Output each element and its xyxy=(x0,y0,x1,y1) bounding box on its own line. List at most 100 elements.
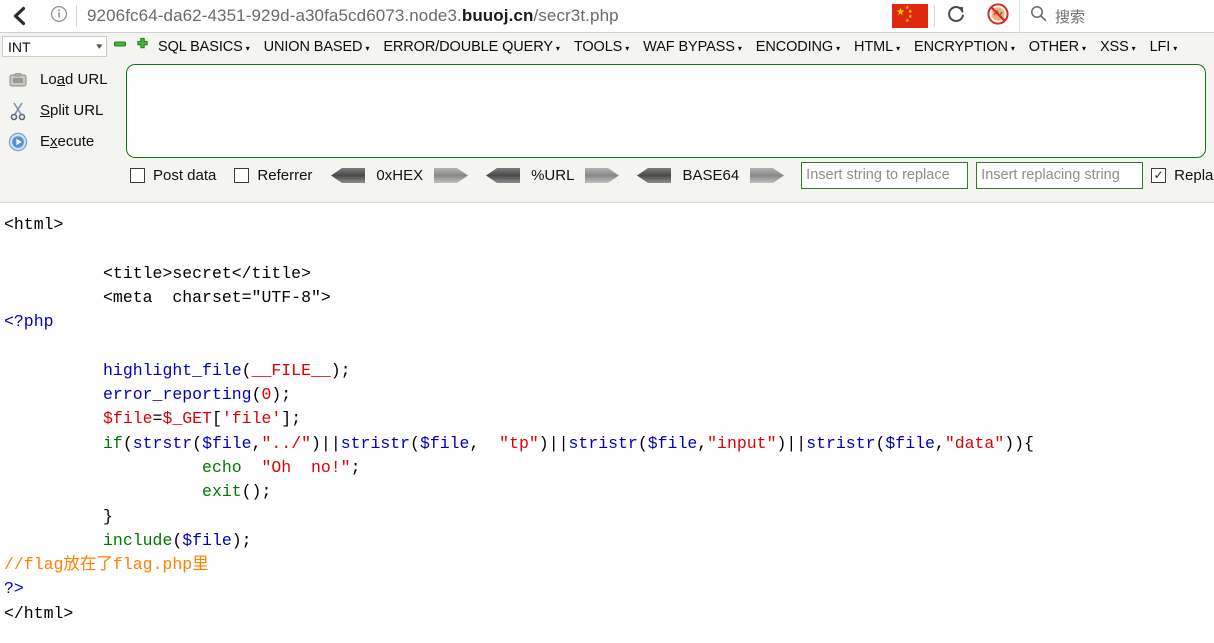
post-data-checkbox[interactable]: Post data xyxy=(130,167,216,184)
menu-item-html[interactable]: HTML ▾ xyxy=(847,39,907,55)
code-token: ]; xyxy=(281,409,302,429)
code-token: [ xyxy=(211,409,222,429)
encode-hex-button[interactable] xyxy=(433,167,469,184)
sql-type-select[interactable]: INT ▾ xyxy=(2,36,107,57)
hackbar-options-row: Post data Referrer 0xHEX %URL BASE64 Ins… xyxy=(0,158,1214,192)
url-text: 9206fc64-da62-4351-929d-a30fa5cd6073.nod… xyxy=(87,6,619,26)
code-token: ); xyxy=(271,385,292,405)
encode-base64-button[interactable] xyxy=(749,167,785,184)
url-textarea[interactable] xyxy=(126,64,1206,158)
code-token: , xyxy=(697,433,708,453)
checkbox-box xyxy=(130,167,145,183)
code-token: ?> xyxy=(4,579,24,599)
menu-item-encryption[interactable]: ENCRYPTION ▾ xyxy=(907,39,1022,55)
info-circle-icon xyxy=(50,5,68,28)
menu-label: XSS xyxy=(1099,38,1129,55)
split-url-button[interactable]: Split URL xyxy=(4,95,126,126)
menu-label: HTML xyxy=(854,38,894,55)
back-button[interactable] xyxy=(0,0,42,33)
split-url-label: Split URL xyxy=(40,102,104,119)
codec-label-hex: 0xHEX xyxy=(376,166,424,184)
code-token: )|| xyxy=(538,433,569,453)
code-token: ( xyxy=(241,360,252,380)
menu-label: SQL BASICS xyxy=(158,38,243,55)
load-url-button[interactable]: Load URL xyxy=(4,64,126,95)
load-url-label: Load URL xyxy=(40,71,108,88)
menu-item-waf-bypass[interactable]: WAF BYPASS ▾ xyxy=(636,39,749,55)
url-prefix: 9206fc64-da62-4351-929d-a30fa5cd6073.nod… xyxy=(87,6,462,25)
code-token: <meta charset="UTF-8"> xyxy=(103,287,331,307)
menu-label: OTHER xyxy=(1028,38,1080,55)
code-token: stristr xyxy=(806,433,876,453)
chevron-down-icon: ▾ xyxy=(625,44,630,53)
browser-toolbar: 9206fc64-da62-4351-929d-a30fa5cd6073.nod… xyxy=(0,0,1214,33)
decode-hex-button[interactable] xyxy=(330,167,366,184)
code-token: stristr xyxy=(568,433,638,453)
hackbar-main-row: Load URL Split URL Execute xyxy=(0,60,1214,158)
code-token: //flag放在了flag.php里 xyxy=(4,555,209,575)
search-bar[interactable]: 搜索 xyxy=(1019,0,1214,33)
menu-item-lfi[interactable]: LFI ▾ xyxy=(1143,39,1185,55)
checkbox-box xyxy=(234,167,250,183)
menu-item-tools[interactable]: TOOLS ▾ xyxy=(567,39,636,55)
code-token: <?php xyxy=(4,312,54,332)
url-path: /secr3t.php xyxy=(533,6,619,25)
referrer-label: Referrer xyxy=(257,166,313,184)
menu-label: ENCODING xyxy=(755,38,834,55)
encode-url-button[interactable] xyxy=(584,167,620,184)
menu-item-other[interactable]: OTHER ▾ xyxy=(1022,39,1093,55)
hackbar-panel: INT ▾ SQL BASICS ▾ UNION BASED ▾ ERROR/D… xyxy=(0,33,1214,203)
menu-label: WAF BYPASS xyxy=(643,38,735,55)
menu-item-encoding[interactable]: ENCODING ▾ xyxy=(749,39,847,55)
code-token: ( xyxy=(637,433,648,453)
code-token: (); xyxy=(241,482,272,502)
sql-type-value: INT xyxy=(8,38,31,55)
code-token: include xyxy=(103,530,173,550)
chevron-down-icon: ▾ xyxy=(737,44,742,53)
reload-icon xyxy=(945,3,967,30)
site-info-button[interactable] xyxy=(42,0,76,33)
china-flag-icon: ★ ★ ★ ★ ★ xyxy=(892,4,928,28)
remove-tab-button[interactable] xyxy=(111,38,129,56)
chevron-down-icon: ▾ xyxy=(1010,44,1015,53)
code-token: $file xyxy=(885,433,935,453)
referrer-checkbox[interactable]: Referrer xyxy=(234,167,312,184)
codec-label-url: %URL xyxy=(531,166,575,184)
add-tab-button[interactable] xyxy=(133,37,151,56)
chevron-down-icon: ▾ xyxy=(1173,44,1178,53)
url-bar[interactable]: 9206fc64-da62-4351-929d-a30fa5cd6073.nod… xyxy=(77,0,886,33)
reload-button[interactable] xyxy=(935,0,977,33)
decode-url-button[interactable] xyxy=(485,167,521,184)
code-token: "tp" xyxy=(489,433,539,453)
chevron-down-icon: ▾ xyxy=(1082,44,1086,53)
code-token: , xyxy=(469,433,490,453)
codec-group-url: %URL xyxy=(485,167,620,184)
replace-all-label: Repla xyxy=(1174,166,1214,184)
adblock-button[interactable] xyxy=(977,0,1019,33)
chevron-down-icon: ▾ xyxy=(96,41,103,51)
code-token: ( xyxy=(172,530,183,550)
flag-star-small: ★ xyxy=(905,18,910,24)
chevron-down-icon: ▾ xyxy=(365,44,370,53)
execute-button[interactable]: Execute xyxy=(4,126,126,157)
replace-all-checkbox[interactable]: ✓ Repla xyxy=(1151,167,1213,184)
menu-item-union-based[interactable]: UNION BASED ▾ xyxy=(257,39,377,55)
flag-star-large: ★ xyxy=(896,7,905,18)
code-token: )|| xyxy=(776,433,807,453)
code-token: if xyxy=(103,433,123,453)
menu-item-xss[interactable]: XSS ▾ xyxy=(1093,39,1143,55)
load-url-icon xyxy=(4,68,32,92)
code-token: "Oh no!" xyxy=(261,457,351,477)
back-arrow-icon xyxy=(9,4,33,28)
code-token: $file xyxy=(103,409,153,429)
code-token: $_GET xyxy=(162,409,212,429)
replace-string-input[interactable] xyxy=(976,161,1144,189)
menu-item-error-double-query[interactable]: ERROR/DOUBLE QUERY ▾ xyxy=(376,39,566,55)
chevron-down-icon: ▾ xyxy=(836,44,841,53)
decode-base64-button[interactable] xyxy=(636,167,672,184)
menu-item-sql-basics[interactable]: SQL BASICS ▾ xyxy=(151,39,257,55)
code-token: $file xyxy=(647,433,698,453)
search-string-input[interactable] xyxy=(801,161,969,189)
code-token: exit xyxy=(202,482,242,502)
